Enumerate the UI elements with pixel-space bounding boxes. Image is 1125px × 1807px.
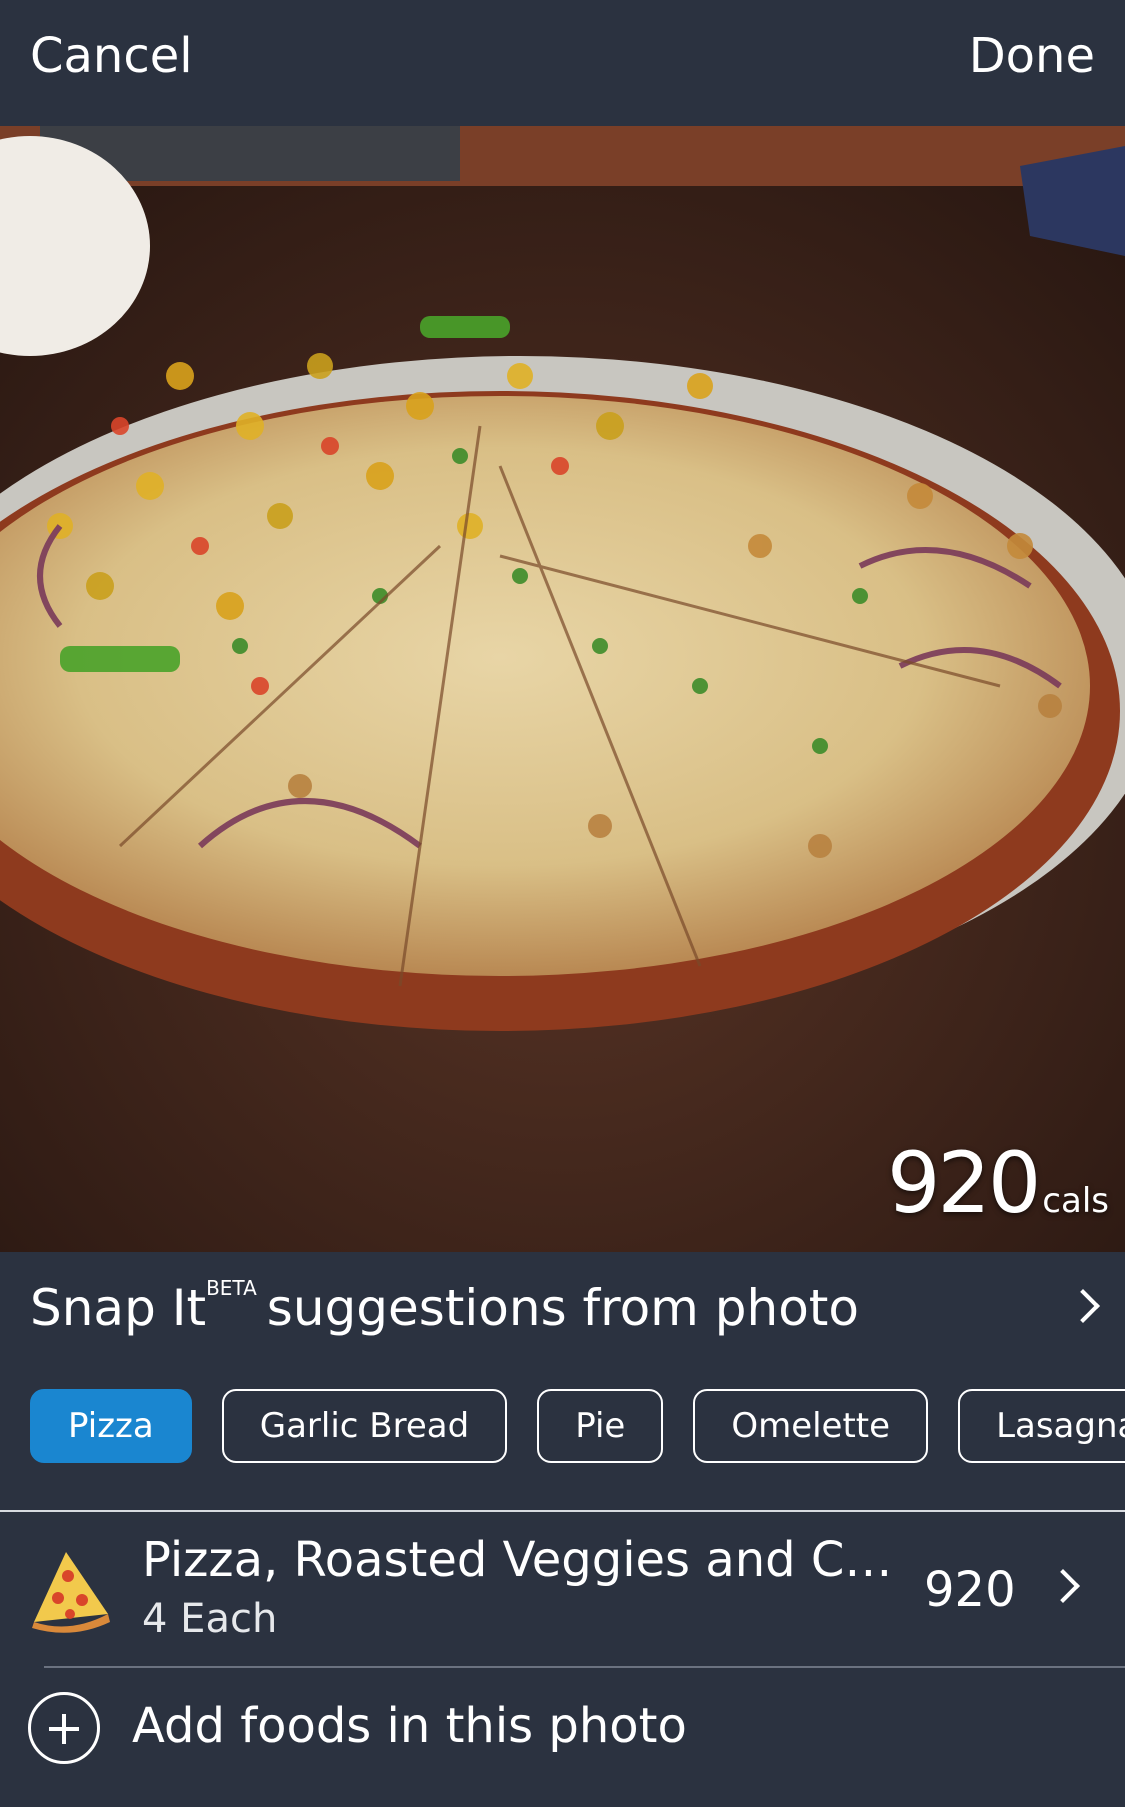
suggestions-title: Snap ItBETA suggestions from photo bbox=[30, 1276, 859, 1337]
photo-calories-unit: cals bbox=[1042, 1181, 1109, 1221]
food-item-row[interactable]: Pizza, Roasted Veggies and Chi… 4 Each 9… bbox=[0, 1512, 1125, 1666]
chevron-right-icon bbox=[1066, 1289, 1100, 1323]
suggestion-chips: Pizza Garlic Bread Pie Omelette Lasagna bbox=[30, 1389, 1125, 1463]
top-nav-bar: Cancel Done bbox=[0, 0, 1125, 126]
suggestions-title-prefix: Snap It bbox=[30, 1279, 207, 1337]
cancel-button[interactable]: Cancel bbox=[30, 28, 193, 84]
chip-garlic-bread[interactable]: Garlic Bread bbox=[221, 1389, 508, 1463]
food-item-serving: 4 Each bbox=[142, 1596, 278, 1642]
pizza-photo-illustration bbox=[0, 126, 1125, 1252]
plus-circle-icon bbox=[28, 1692, 100, 1764]
photo-calories: 920 cals bbox=[887, 1134, 1109, 1232]
add-foods-row[interactable]: Add foods in this photo bbox=[0, 1668, 1125, 1807]
chevron-right-icon bbox=[1046, 1569, 1080, 1603]
photo-calories-value: 920 bbox=[886, 1134, 1041, 1232]
chip-lasagna[interactable]: Lasagna bbox=[958, 1389, 1125, 1463]
suggestions-title-suffix: suggestions from photo bbox=[266, 1279, 859, 1337]
add-foods-label: Add foods in this photo bbox=[132, 1698, 687, 1754]
food-item-calories: 920 bbox=[924, 1562, 1016, 1618]
beta-badge: BETA bbox=[206, 1276, 257, 1300]
snap-it-suggestions-row[interactable]: Snap ItBETA suggestions from photo bbox=[0, 1252, 1125, 1356]
chip-pie[interactable]: Pie bbox=[537, 1389, 664, 1463]
food-item-name: Pizza, Roasted Veggies and Chi… bbox=[142, 1532, 902, 1588]
food-photo: 920 cals bbox=[0, 126, 1125, 1252]
chip-omelette[interactable]: Omelette bbox=[693, 1389, 929, 1463]
done-button[interactable]: Done bbox=[969, 28, 1095, 84]
pizza-slice-icon bbox=[32, 1552, 110, 1633]
chip-pizza[interactable]: Pizza bbox=[30, 1389, 192, 1463]
